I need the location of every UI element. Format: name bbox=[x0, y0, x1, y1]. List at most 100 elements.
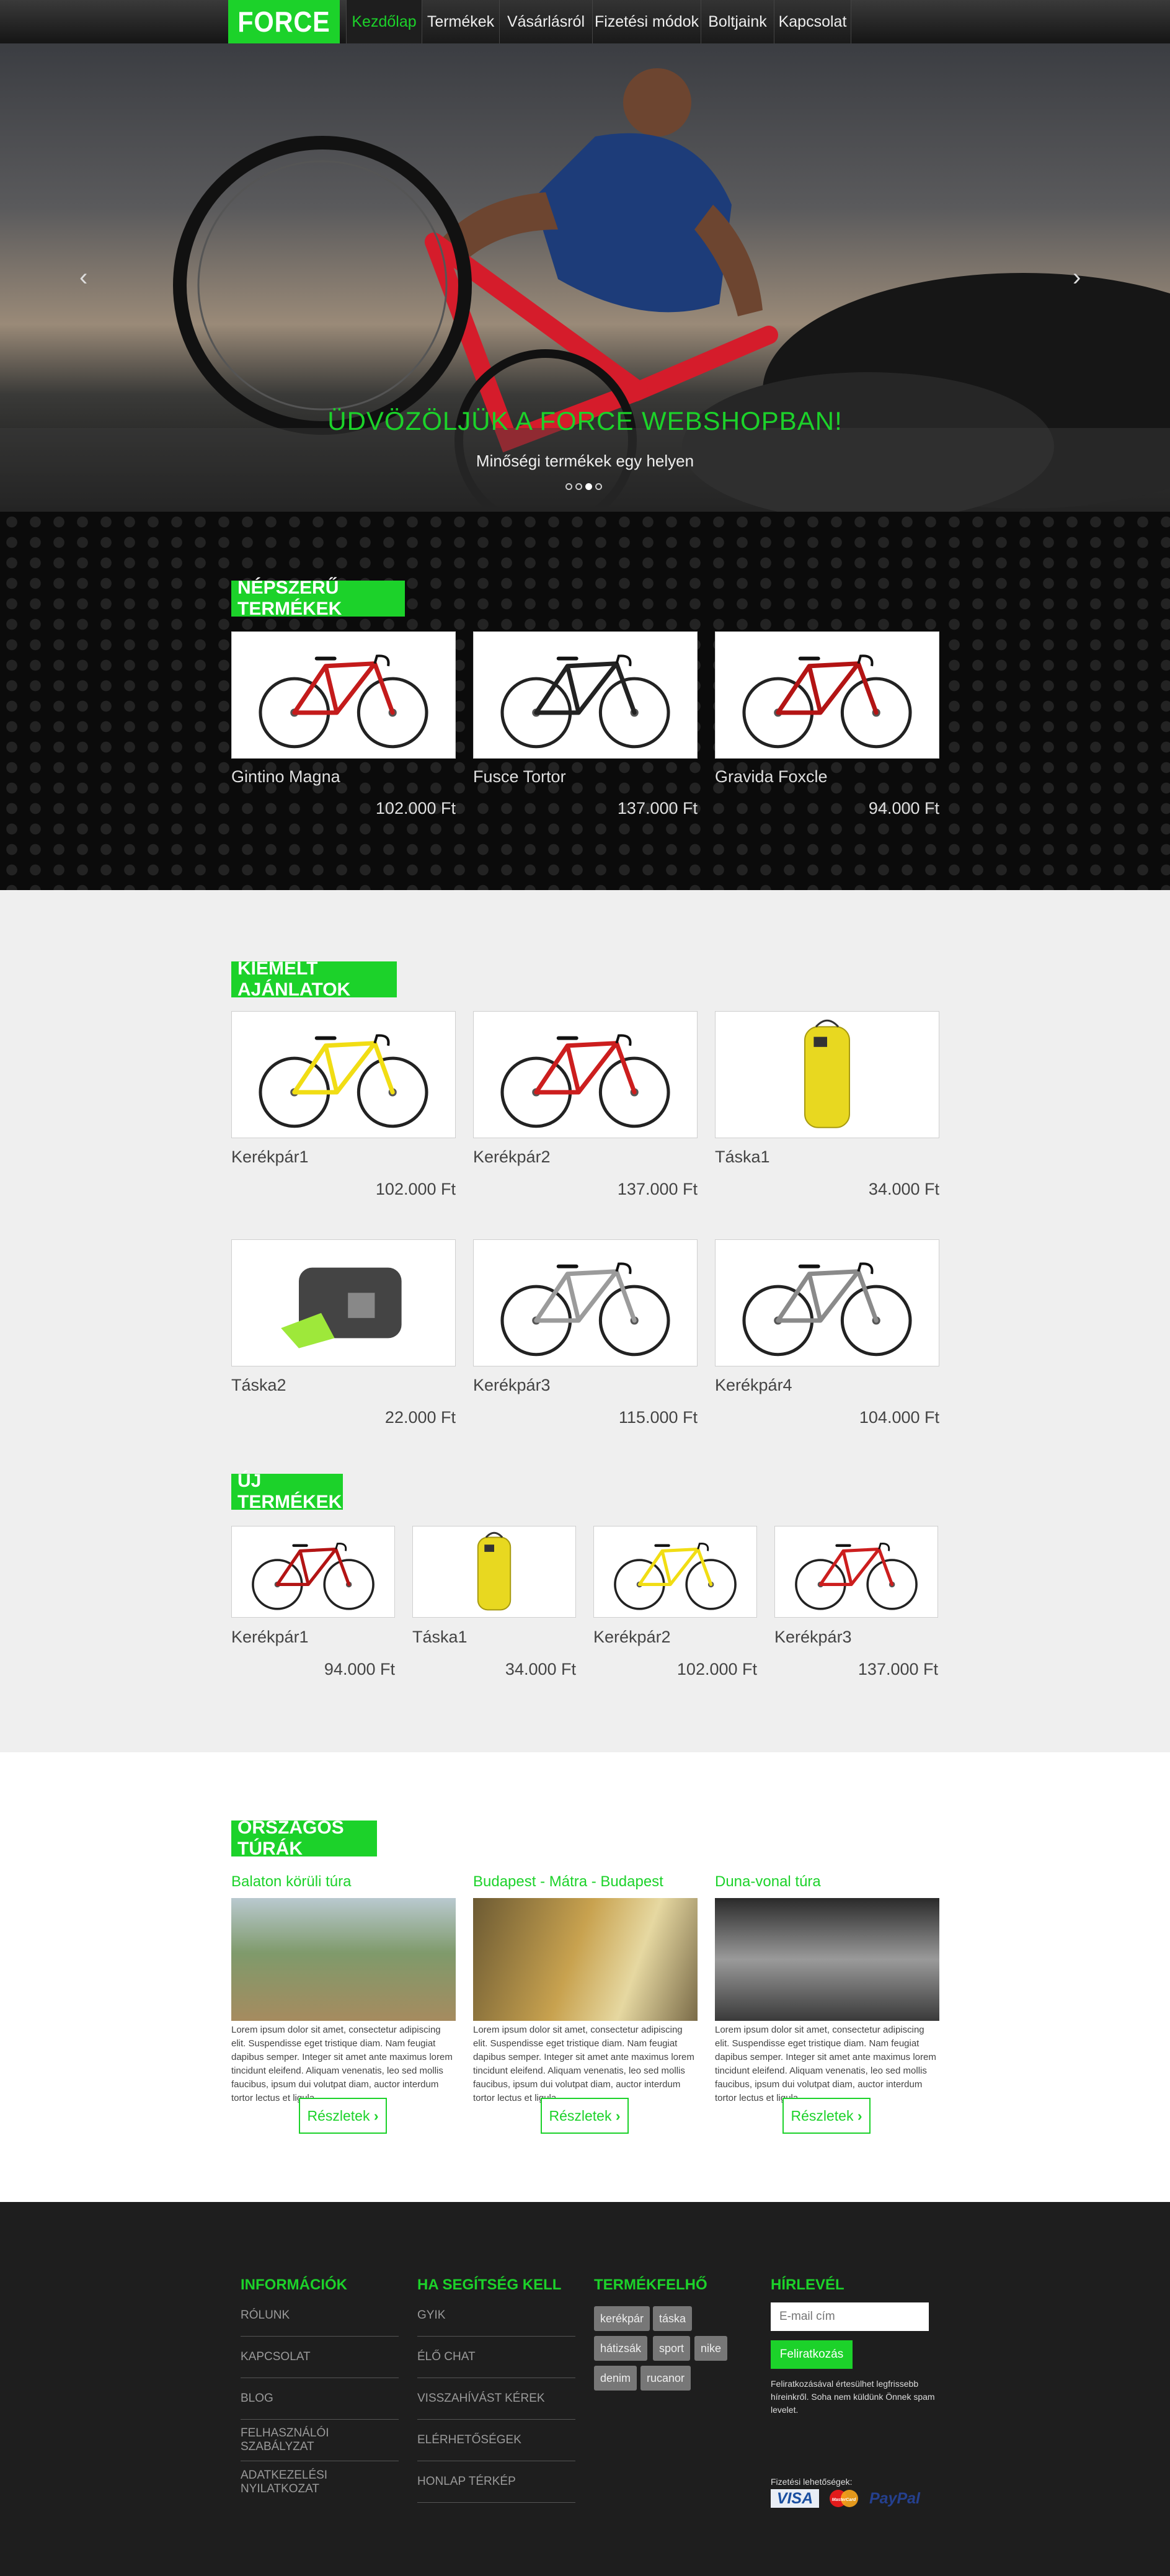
tour-description: Lorem ipsum dolor sit amet, consectetur … bbox=[231, 2025, 453, 2103]
footer-link-availability[interactable]: ELÉRHETŐSÉGEK bbox=[417, 2420, 575, 2461]
product-price: 34.000 Ft bbox=[868, 1180, 939, 1198]
chevron-right-icon: › bbox=[373, 2107, 379, 2124]
hero-slider bbox=[0, 43, 1170, 512]
product-name[interactable]: Kerékpár2 bbox=[593, 1628, 671, 1647]
product-name[interactable]: Táska2 bbox=[231, 1376, 286, 1395]
product-image[interactable] bbox=[774, 1526, 938, 1618]
nav-item-payment-methods[interactable]: Fizetési módok bbox=[592, 0, 701, 43]
footer-info-title: INFORMÁCIÓK bbox=[241, 2276, 347, 2293]
slider-dot[interactable] bbox=[565, 483, 572, 490]
chevron-right-icon: › bbox=[857, 2107, 862, 2124]
product-image[interactable] bbox=[715, 631, 939, 759]
footer-help-title: HA SEGÍTSÉG KELL bbox=[417, 2276, 562, 2293]
tour-image bbox=[715, 1898, 939, 2021]
product-name[interactable]: Kerékpár2 bbox=[473, 1148, 551, 1167]
subscribe-button[interactable]: Feliratkozás bbox=[771, 2340, 853, 2369]
details-button-label: Részletek bbox=[307, 2107, 370, 2124]
footer-link-privacy[interactable]: ADATKEZELÉSI NYILATKOZAT bbox=[241, 2461, 399, 2503]
tours-section-title: ORSZÁGOS TÚRÁK bbox=[231, 1817, 377, 1859]
product-image[interactable] bbox=[473, 631, 698, 759]
footer-link-faq[interactable]: GYIK bbox=[417, 2295, 575, 2337]
popular-section-title: NÉPSZERŰ TERMÉKEK bbox=[231, 577, 405, 619]
tour-title[interactable]: Balaton körüli túra bbox=[231, 1873, 351, 1891]
nav-item-shopping[interactable]: Vásárlásról bbox=[499, 0, 592, 43]
product-name[interactable]: Kerékpár3 bbox=[473, 1376, 551, 1395]
footer-link-terms[interactable]: FELHASZNÁLÓI SZABÁLYZAT bbox=[241, 2420, 399, 2461]
product-image[interactable] bbox=[473, 1239, 698, 1366]
tag-item[interactable]: denim bbox=[594, 2366, 637, 2391]
footer-link-about[interactable]: RÓLUNK bbox=[241, 2295, 399, 2337]
site-logo[interactable]: FORCE bbox=[228, 0, 340, 43]
product-name[interactable]: Kerékpár4 bbox=[715, 1376, 792, 1395]
footer-link-blog[interactable]: BLOG bbox=[241, 2378, 399, 2420]
slider-dot-active[interactable] bbox=[585, 483, 592, 490]
product-image[interactable] bbox=[473, 1011, 698, 1138]
product-price: 34.000 Ft bbox=[505, 1660, 576, 1678]
product-name[interactable]: Táska1 bbox=[412, 1628, 468, 1647]
tag-item[interactable]: kerékpár bbox=[594, 2306, 650, 2331]
bike-image bbox=[259, 654, 428, 749]
tour-description: Lorem ipsum dolor sit amet, consectetur … bbox=[715, 2025, 936, 2103]
footer-link-callback[interactable]: VISSZAHÍVÁST KÉREK bbox=[417, 2378, 575, 2420]
nav-item-stores[interactable]: Boltjaink bbox=[701, 0, 774, 43]
tour-image bbox=[231, 1898, 456, 2021]
tag-item[interactable]: táska bbox=[653, 2306, 693, 2331]
footer-tags-title: TERMÉKFELHŐ bbox=[594, 2276, 707, 2293]
newsletter-email-input[interactable] bbox=[771, 2302, 929, 2331]
footer-link-live-chat[interactable]: ÉLŐ CHAT bbox=[417, 2337, 575, 2378]
product-image[interactable] bbox=[593, 1526, 757, 1618]
product-image[interactable] bbox=[231, 1526, 395, 1618]
product-price: 104.000 Ft bbox=[859, 1408, 939, 1427]
product-price: 102.000 Ft bbox=[375, 799, 456, 818]
hero-title: ÜDVÖZÖLJÜK A FORCE WEBSHOPBAN! bbox=[327, 406, 843, 435]
product-price: 102.000 Ft bbox=[375, 1180, 456, 1198]
product-image[interactable] bbox=[231, 1011, 456, 1138]
backpack-image bbox=[804, 1019, 850, 1128]
product-name[interactable]: Táska1 bbox=[715, 1148, 770, 1167]
tour-title[interactable]: Budapest - Mátra - Budapest bbox=[473, 1873, 663, 1891]
product-price: 137.000 Ft bbox=[617, 1180, 698, 1198]
slider-dot[interactable] bbox=[595, 483, 602, 490]
product-price: 22.000 Ft bbox=[384, 1408, 456, 1427]
product-price: 137.000 Ft bbox=[617, 799, 698, 818]
product-image[interactable] bbox=[231, 631, 456, 759]
slider-dot[interactable] bbox=[575, 483, 582, 490]
product-name[interactable]: Kerékpár1 bbox=[231, 1628, 309, 1647]
details-button[interactable]: Részletek › bbox=[782, 2098, 871, 2134]
footer bbox=[0, 2202, 1170, 2576]
tag-item[interactable]: sport bbox=[653, 2336, 691, 2361]
product-name[interactable]: Gravida Foxcle bbox=[715, 767, 828, 787]
product-name[interactable]: Kerékpár1 bbox=[231, 1148, 309, 1167]
tag-item[interactable]: rucanor bbox=[640, 2366, 691, 2391]
product-image[interactable] bbox=[715, 1239, 939, 1366]
nav-item-products[interactable]: Termékek bbox=[422, 0, 499, 43]
product-name[interactable]: Gintino Magna bbox=[231, 767, 340, 787]
bag-image bbox=[281, 1267, 402, 1348]
chevron-left-icon[interactable]: ‹ bbox=[79, 264, 87, 292]
tag-item[interactable]: nike bbox=[694, 2336, 728, 2361]
chevron-right-icon: › bbox=[615, 2107, 621, 2124]
details-button[interactable]: Részletek › bbox=[299, 2098, 387, 2134]
footer-link-contact[interactable]: KAPCSOLAT bbox=[241, 2337, 399, 2378]
footer-link-sitemap[interactable]: HONLAP TÉRKÉP bbox=[417, 2461, 575, 2503]
tour-title[interactable]: Duna-vonal túra bbox=[715, 1873, 821, 1891]
nav-item-contact[interactable]: Kapcsolat bbox=[774, 0, 851, 43]
product-image[interactable] bbox=[231, 1239, 456, 1366]
product-name[interactable]: Fusce Tortor bbox=[473, 767, 566, 787]
tag-item[interactable]: hátizsák bbox=[594, 2336, 648, 2361]
bike-image bbox=[500, 1034, 670, 1128]
product-image[interactable] bbox=[715, 1011, 939, 1138]
chevron-right-icon[interactable]: › bbox=[1073, 264, 1081, 292]
mastercard-logo: MasterCard bbox=[825, 2489, 863, 2508]
details-button-label: Részletek bbox=[791, 2107, 854, 2124]
details-button[interactable]: Részletek › bbox=[541, 2098, 629, 2134]
product-image[interactable] bbox=[412, 1526, 576, 1618]
product-price: 94.000 Ft bbox=[868, 799, 939, 818]
payment-label: Fizetési lehetőségek: bbox=[771, 2477, 853, 2487]
tour-image bbox=[473, 1898, 698, 2021]
product-name[interactable]: Kerékpár3 bbox=[774, 1628, 852, 1647]
nav-item-home[interactable]: Kezdőlap bbox=[346, 0, 422, 43]
visa-logo: VISA bbox=[771, 2489, 819, 2508]
product-price: 137.000 Ft bbox=[858, 1660, 938, 1678]
footer-newsletter-title: HÍRLEVÉL bbox=[771, 2276, 844, 2293]
